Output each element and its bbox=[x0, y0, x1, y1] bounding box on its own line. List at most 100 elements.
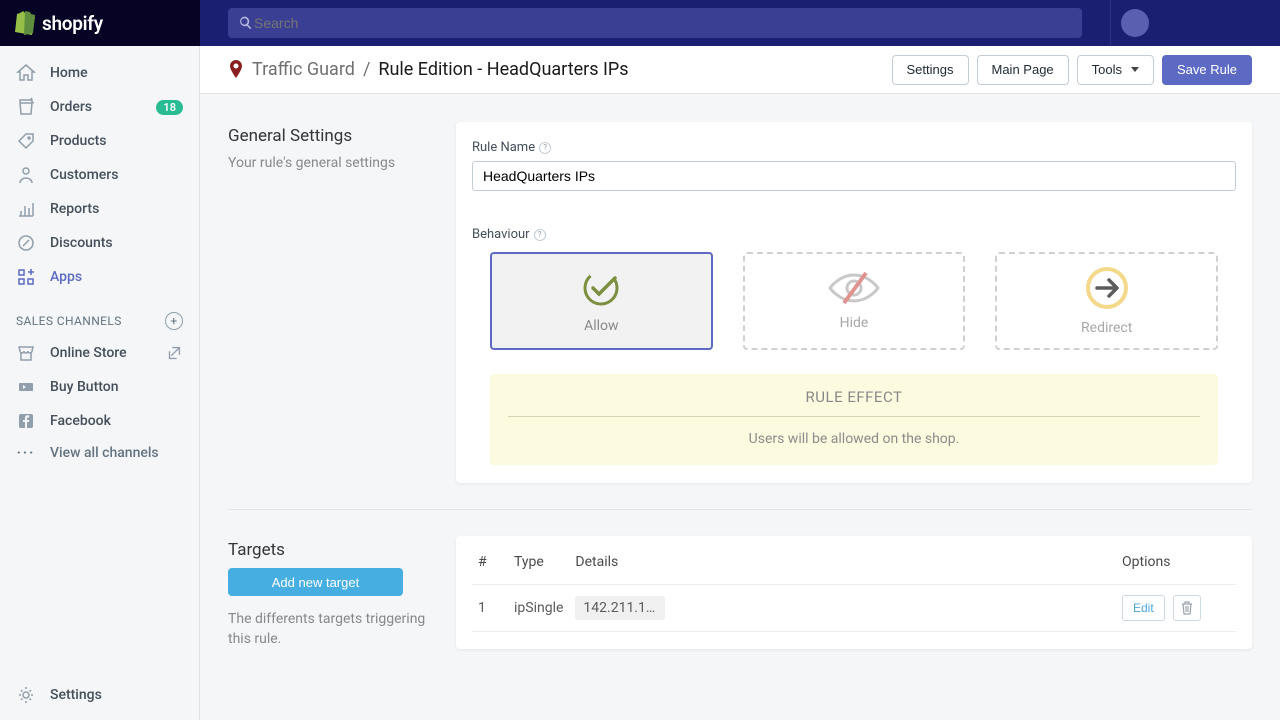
pin-icon bbox=[228, 60, 244, 80]
avatar[interactable] bbox=[1121, 9, 1149, 37]
section-title: General Settings bbox=[228, 126, 440, 146]
add-channel-icon[interactable]: + bbox=[165, 312, 183, 330]
facebook-icon bbox=[16, 411, 36, 431]
tools-dropdown[interactable]: Tools bbox=[1077, 55, 1154, 85]
col-details: Details bbox=[569, 546, 1116, 585]
eye-off-icon bbox=[826, 271, 882, 305]
trash-icon bbox=[1181, 601, 1193, 615]
chevron-down-icon bbox=[1131, 67, 1139, 72]
products-icon bbox=[16, 131, 36, 151]
section-general: General Settings Your rule's general set… bbox=[228, 122, 1252, 483]
rule-effect-box: RULE EFFECT Users will be allowed on the… bbox=[490, 374, 1218, 465]
nav-label: Customers bbox=[50, 167, 118, 183]
section-desc: Your rule's general settings bbox=[228, 154, 440, 174]
sidebar-item-facebook[interactable]: Facebook bbox=[0, 404, 199, 438]
nav-label: Apps bbox=[50, 269, 82, 285]
section-divider bbox=[228, 509, 1252, 510]
page-header: Traffic Guard / Rule Edition - HeadQuart… bbox=[200, 46, 1280, 94]
sidebar-item-customers[interactable]: Customers bbox=[0, 158, 199, 192]
col-type: Type bbox=[508, 546, 569, 585]
sidebar-item-orders[interactable]: Orders 18 bbox=[0, 90, 199, 124]
behaviour-label: Behaviour ? bbox=[472, 227, 1236, 242]
check-circle-icon bbox=[577, 268, 625, 308]
rule-name-label: Rule Name ? bbox=[472, 140, 1236, 155]
nav-label: Home bbox=[50, 65, 88, 81]
more-icon: ··· bbox=[16, 445, 36, 461]
sidebar-item-home[interactable]: Home bbox=[0, 56, 199, 90]
nav-label: Settings bbox=[50, 687, 102, 703]
nav-label: Facebook bbox=[50, 413, 111, 429]
breadcrumb-sep: / bbox=[363, 59, 370, 80]
row-type: ipSingle bbox=[508, 585, 569, 632]
gear-icon bbox=[16, 685, 36, 705]
behaviour-hide[interactable]: Hide bbox=[743, 252, 966, 350]
top-bar: shopify bbox=[0, 0, 1280, 46]
col-options: Options bbox=[1116, 546, 1236, 585]
section-targets: Targets Add new target The differents ta… bbox=[228, 536, 1252, 649]
behaviour-row: Allow Hide Redirect bbox=[472, 252, 1236, 350]
sidebar-item-discounts[interactable]: Discounts bbox=[0, 226, 199, 260]
sidebar-item-reports[interactable]: Reports bbox=[0, 192, 199, 226]
sidebar-item-settings[interactable]: Settings bbox=[0, 678, 199, 712]
settings-button[interactable]: Settings bbox=[892, 55, 969, 85]
breadcrumb-app[interactable]: Traffic Guard bbox=[252, 59, 355, 80]
save-rule-button[interactable]: Save Rule bbox=[1162, 55, 1252, 85]
logo-text: shopify bbox=[42, 12, 103, 35]
customers-icon bbox=[16, 165, 36, 185]
sidebar-item-apps[interactable]: Apps bbox=[0, 260, 199, 294]
rule-effect-title: RULE EFFECT bbox=[508, 388, 1200, 406]
delete-button[interactable] bbox=[1173, 595, 1201, 621]
sidebar-item-online-store[interactable]: Online Store bbox=[0, 336, 199, 370]
redirect-icon bbox=[1085, 266, 1129, 310]
search-icon bbox=[238, 15, 254, 31]
orders-icon bbox=[16, 97, 36, 117]
nav-label: View all channels bbox=[50, 445, 159, 461]
nav-label: Reports bbox=[50, 201, 99, 217]
section-desc: The differents targets triggering this r… bbox=[228, 610, 440, 649]
nav-label: Products bbox=[50, 133, 107, 149]
search-box[interactable] bbox=[228, 8, 1082, 38]
help-icon[interactable]: ? bbox=[539, 142, 551, 154]
behaviour-redirect[interactable]: Redirect bbox=[995, 252, 1218, 350]
sidebar-item-view-all[interactable]: ··· View all channels bbox=[0, 438, 199, 468]
store-icon bbox=[16, 343, 36, 363]
avatar-zone bbox=[1110, 0, 1280, 46]
add-new-target-button[interactable]: Add new target bbox=[228, 568, 403, 596]
rule-name-input[interactable] bbox=[472, 161, 1236, 191]
general-card: Rule Name ? Behaviour ? Allow bbox=[456, 122, 1252, 483]
row-num: 1 bbox=[472, 585, 508, 632]
targets-card: # Type Details Options 1 ipSingle 142.21… bbox=[456, 536, 1252, 649]
sidebar-item-buy-button[interactable]: Buy Button bbox=[0, 370, 199, 404]
shopify-bag-icon bbox=[14, 11, 36, 35]
nav-label: Buy Button bbox=[50, 379, 119, 395]
home-icon bbox=[16, 63, 36, 83]
table-row: 1 ipSingle 142.211.104.1... Edit bbox=[472, 585, 1236, 632]
help-icon[interactable]: ? bbox=[534, 229, 546, 241]
sales-channels-heading: SALES CHANNELS + bbox=[0, 294, 199, 336]
search-wrap bbox=[200, 8, 1110, 38]
section-title: Targets bbox=[228, 540, 440, 560]
rule-effect-text: Users will be allowed on the shop. bbox=[508, 431, 1200, 447]
logo[interactable]: shopify bbox=[0, 0, 200, 46]
reports-icon bbox=[16, 199, 36, 219]
discounts-icon bbox=[16, 233, 36, 253]
col-num: # bbox=[472, 546, 508, 585]
orders-badge: 18 bbox=[156, 100, 183, 115]
edit-button[interactable]: Edit bbox=[1122, 595, 1165, 621]
sidebar: Home Orders 18 Products Customers Report… bbox=[0, 46, 200, 720]
buy-button-icon bbox=[16, 377, 36, 397]
search-input[interactable] bbox=[254, 15, 1072, 31]
header-actions: Settings Main Page Tools Save Rule bbox=[892, 55, 1252, 85]
row-details-chip: 142.211.104.1... bbox=[575, 596, 665, 620]
breadcrumb-page: Rule Edition - HeadQuarters IPs bbox=[378, 59, 628, 80]
apps-icon bbox=[16, 267, 36, 287]
external-link-icon[interactable] bbox=[165, 344, 183, 362]
nav-label: Discounts bbox=[50, 235, 113, 251]
sidebar-item-products[interactable]: Products bbox=[0, 124, 199, 158]
nav-label: Orders bbox=[50, 99, 92, 115]
breadcrumb: Traffic Guard / Rule Edition - HeadQuart… bbox=[252, 59, 629, 80]
main-page-button[interactable]: Main Page bbox=[977, 55, 1069, 85]
nav-label: Online Store bbox=[50, 345, 127, 361]
behaviour-allow[interactable]: Allow bbox=[490, 252, 713, 350]
targets-table: # Type Details Options 1 ipSingle 142.21… bbox=[472, 546, 1236, 632]
